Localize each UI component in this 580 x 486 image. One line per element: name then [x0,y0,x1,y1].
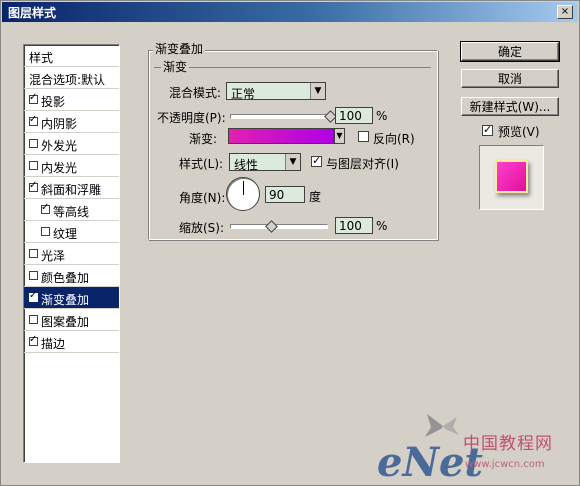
style-item-label: 斜面和浮雕 [41,183,102,197]
angle-value: 90 [269,188,285,202]
angle-unit: 度 [309,190,322,204]
preview-checkbox[interactable] [482,123,493,136]
style-item-6[interactable]: 斜面和浮雕 [24,177,119,199]
angle-input[interactable]: 90 [265,186,305,203]
blend-mode-value: 正常 [231,87,256,101]
style-item-checkbox[interactable] [29,180,38,192]
style-item-8[interactable]: 纹理 [24,221,119,243]
style-item-9[interactable]: 光泽 [24,243,119,265]
style-item-checkbox[interactable] [29,139,38,148]
opacity-value: 100 [339,109,362,123]
styles-list: 样式混合选项:默认投影内阴影外发光内发光斜面和浮雕等高线纹理光泽颜色叠加渐变叠加… [23,44,120,463]
scale-value: 100 [339,219,362,233]
style-item-checkbox[interactable] [29,249,38,258]
angle-dial[interactable] [226,177,260,211]
style-item-label: 混合选项:默认 [29,73,106,87]
style-item-label: 光泽 [41,249,66,263]
style-item-label: 投影 [41,95,66,109]
style-item-3[interactable]: 内阴影 [24,111,119,133]
gradient-dropdown-arrow[interactable]: ▼ [334,128,345,144]
style-item-2[interactable]: 投影 [24,89,119,111]
style-item-label: 内发光 [41,161,78,175]
style-preview [479,145,544,210]
style-item-5[interactable]: 内发光 [24,155,119,177]
style-item-checkbox[interactable] [41,202,50,214]
style-item-checkbox[interactable] [41,227,50,236]
preview-swatch [495,160,528,193]
style-item-11[interactable]: 渐变叠加 [24,287,119,309]
butterfly-icon [425,414,459,437]
scale-slider[interactable] [230,224,328,229]
style-item-12[interactable]: 图案叠加 [24,309,119,331]
style-item-label: 样式 [29,51,54,65]
layer-style-dialog: 图层样式 × 样式混合选项:默认投影内阴影外发光内发光斜面和浮雕等高线纹理光泽颜… [0,0,580,486]
gradient-label: 渐变: [189,132,218,146]
watermark-url: www.jcwcn.com [465,459,545,470]
style-label: 样式(L): [179,157,224,171]
style-item-checkbox[interactable] [29,161,38,170]
style-item-label: 图案叠加 [41,315,90,329]
watermark: eNet 中国教程网 www.jcwcn.com [371,411,576,485]
style-item-label: 内阴影 [41,117,78,131]
opacity-unit: % [376,109,388,123]
gradient-subgroup-title: 渐变 [161,58,190,75]
opacity-label: 不透明度(P): [157,111,226,125]
align-checkbox[interactable] [311,154,322,167]
style-item-label: 渐变叠加 [41,293,90,307]
style-item-checkbox[interactable] [29,334,38,346]
close-button[interactable]: × [557,5,573,19]
watermark-cn-text: 中国教程网 [463,434,553,454]
dialog-title: 图层样式 [8,6,57,20]
style-item-checkbox[interactable] [29,114,38,126]
chevron-down-icon: ▼ [285,154,300,170]
scale-unit: % [376,219,388,233]
gradient-overlay-title: 渐变叠加 [153,40,206,57]
style-item-label: 等高线 [53,205,90,219]
style-item-13[interactable]: 描边 [24,331,119,353]
scale-label: 缩放(S): [179,221,225,235]
opacity-input[interactable]: 100 [335,107,373,124]
style-item-1[interactable]: 混合选项:默认 [24,67,119,89]
align-label[interactable]: 与图层对齐(I) [326,155,399,172]
blend-mode-label: 混合模式: [169,86,222,100]
cancel-button[interactable]: 取消 [461,69,559,88]
scale-input[interactable]: 100 [335,217,373,234]
gradient-subgroup [154,67,432,68]
angle-label: 角度(N): [179,191,226,205]
style-item-10[interactable]: 颜色叠加 [24,265,119,287]
reverse-checkbox[interactable] [358,131,369,142]
reverse-label[interactable]: 反向(R) [373,130,415,147]
style-item-label: 纹理 [53,227,78,241]
style-item-checkbox[interactable] [29,92,38,104]
style-value: 线性 [234,158,259,172]
chevron-down-icon: ▼ [310,83,325,99]
opacity-slider[interactable] [230,114,331,119]
style-item-0[interactable]: 样式 [24,45,119,67]
angle-needle [243,181,244,195]
style-item-label: 外发光 [41,139,78,153]
gradient-picker[interactable] [228,128,334,144]
style-item-checkbox[interactable] [29,315,38,324]
style-item-checkbox[interactable] [29,271,38,280]
preview-label[interactable]: 预览(V) [498,123,540,140]
style-item-label: 颜色叠加 [41,271,90,285]
ok-button[interactable]: 确定 [460,41,560,62]
style-item-label: 描边 [41,337,66,351]
style-item-7[interactable]: 等高线 [24,199,119,221]
style-item-checkbox[interactable] [29,290,38,302]
title-bar: 图层样式 × [2,2,578,22]
style-select[interactable]: 线性 ▼ [229,153,301,172]
blend-mode-select[interactable]: 正常 ▼ [226,82,326,101]
new-style-button[interactable]: 新建样式(W)... [461,97,559,116]
style-item-4[interactable]: 外发光 [24,133,119,155]
